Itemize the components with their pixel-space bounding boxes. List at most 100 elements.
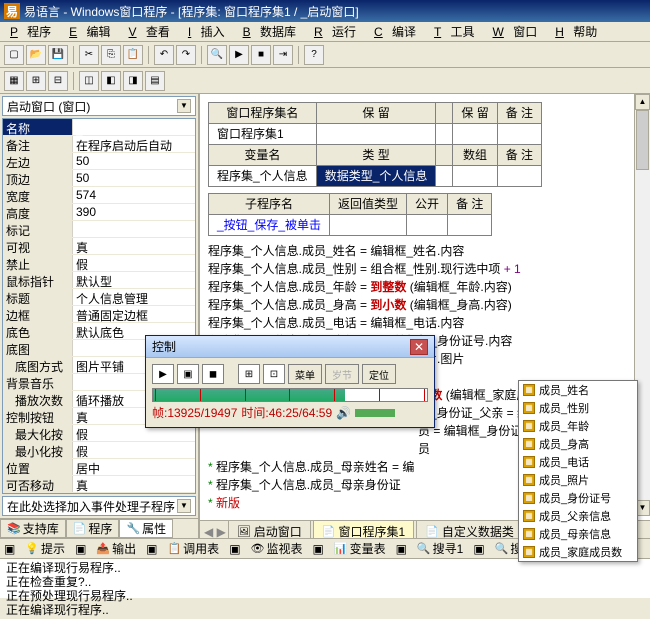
menu-insert[interactable]: I 插入 [182,21,237,42]
autocomplete-popup[interactable]: ▦成员_姓名▦成员_性别▦成员_年龄▦成员_身高▦成员_电话▦成员_照片▦成员_… [518,380,638,562]
bp-call[interactable]: 📋调用表 [161,539,225,558]
tb-open[interactable]: 📂 [26,45,46,65]
tb-copy[interactable]: ⎘ [101,45,121,65]
tb2-c[interactable]: ⊟ [48,71,68,91]
menu-run[interactable]: R 运行 [308,21,368,42]
locate-button[interactable]: 定位 [362,364,396,384]
ac-item[interactable]: ▦成员_家庭成员数 [519,543,637,561]
ac-item[interactable]: ▦成员_年龄 [519,417,637,435]
sub-table: 子程序名返回值类型公开备 注 _按钮_保存_被单击 [208,193,492,236]
menu-view[interactable]: V 查看 [123,21,182,42]
ac-item[interactable]: ▦成员_身份证号 [519,489,637,507]
player-dialog[interactable]: 控制 ✕ ▶ ▣ ◼ ⊞ ⊡ 菜单 岁节 定位 帧:13925/19497 时间… [145,335,435,428]
prop-row[interactable]: 图标 [3,493,195,494]
bp-var[interactable]: 📊变量表 [328,539,392,558]
tab-support[interactable]: 📚支持库 [0,519,66,538]
object-selector[interactable]: 启动窗口 (窗口)▼ [2,96,196,116]
toolbar-1: ▢ 📂 💾 ✂ ⎘ 📋 ↶ ↷ 🔍 ▶ ■ ⇥ ? [0,42,650,68]
stop-icon[interactable]: ◼ [202,364,224,384]
scroll-thumb[interactable] [636,110,649,170]
menu-tools[interactable]: T 工具 [428,21,486,42]
dialog-title: 控制 [152,338,176,355]
etab-window[interactable]: 🖼启动窗口 [228,520,311,538]
prop-row[interactable]: 左边50 [3,153,195,170]
prop-row[interactable]: 标题个人信息管理 [3,289,195,306]
tab-program[interactable]: 📄程序 [66,519,120,538]
menu-edit[interactable]: E 编辑 [63,21,122,42]
menu-database[interactable]: B 数据库 [237,21,308,42]
prop-row[interactable]: 标记 [3,221,195,238]
ac-item[interactable]: ▦成员_身高 [519,435,637,453]
module-table: 窗口程序集名保 留保 留备 注 窗口程序集1 变量名类 型数组备 注 程序集_个… [208,102,542,187]
tb-cut[interactable]: ✂ [79,45,99,65]
tb-redo[interactable]: ↷ [176,45,196,65]
tb-help[interactable]: ? [304,45,324,65]
menu-button[interactable]: 菜单 [288,364,322,384]
prop-row[interactable]: 可视真 [3,238,195,255]
prop-row[interactable]: 宽度574 [3,187,195,204]
event-selector[interactable]: 在此处选择加入事件处理子程序▼ [2,496,196,516]
left-tabs: 📚支持库 📄程序 🔧属性 [0,518,198,538]
prop-row[interactable]: 边框普通固定边框 [3,306,195,323]
prev-icon[interactable]: ⊞ [238,364,260,384]
volume-slider[interactable] [355,409,395,417]
play-icon[interactable]: ▶ [152,364,174,384]
tb-find[interactable]: 🔍 [207,45,227,65]
ac-item[interactable]: ▦成员_电话 [519,453,637,471]
prop-row[interactable]: 禁止假 [3,255,195,272]
ac-item[interactable]: ▦成员_姓名 [519,381,637,399]
next-icon[interactable]: ⊡ [263,364,285,384]
speaker-icon[interactable]: 🔊 [336,406,351,420]
app-icon: 易 [4,3,20,19]
progress-slider[interactable] [152,388,428,402]
tb-paste[interactable]: 📋 [123,45,143,65]
chevron-down-icon: ▼ [177,99,191,113]
bp-watch[interactable]: 👁监视表 [245,539,309,558]
ac-item[interactable]: ▦成员_父亲信息 [519,507,637,525]
tb2-b[interactable]: ⊞ [26,71,46,91]
tb2-d[interactable]: ◫ [79,71,99,91]
prop-row[interactable]: 位置居中 [3,459,195,476]
tb-stop[interactable]: ■ [251,45,271,65]
tb2-f[interactable]: ◨ [123,71,143,91]
window-title: 易语言 - Windows窗口程序 - [程序集: 窗口程序集1 / _启动窗口… [24,3,359,20]
tb-save[interactable]: 💾 [48,45,68,65]
close-icon[interactable]: ✕ [410,339,428,355]
dialog-titlebar[interactable]: 控制 ✕ [146,336,434,358]
tb2-e[interactable]: ◧ [101,71,121,91]
tb-step[interactable]: ⇥ [273,45,293,65]
prop-row[interactable]: 高度390 [3,204,195,221]
bp-s1[interactable]: 🔍搜寻1 [411,539,469,558]
bp-hint[interactable]: 💡提示 [19,539,71,558]
menu-window[interactable]: W 窗口 [487,21,550,42]
scroll-up-icon[interactable]: ▲ [635,94,650,110]
property-grid[interactable]: 名称_启动窗口备注在程序启动后自动左边50顶边50宽度574高度390标记可视真… [2,118,196,494]
frame-status: 帧:13925/19497 [152,404,237,421]
menu-help[interactable]: H 帮助 [549,21,609,42]
etab-module[interactable]: 📄窗口程序集1 [313,520,414,538]
ac-item[interactable]: ▦成员_照片 [519,471,637,489]
tb-undo[interactable]: ↶ [154,45,174,65]
prop-row[interactable]: 顶边50 [3,170,195,187]
pause-icon[interactable]: ▣ [177,364,199,384]
properties-panel: 启动窗口 (窗口)▼ 名称_启动窗口备注在程序启动后自动左边50顶边50宽度57… [0,94,200,538]
tb-new[interactable]: ▢ [4,45,24,65]
prop-row[interactable]: 名称_启动窗口 [3,119,195,136]
menu-bar: P 程序 E 编辑 V 查看 I 插入 B 数据库 R 运行 C 编译 T 工具… [0,22,650,42]
title-bar: 易 易语言 - Windows窗口程序 - [程序集: 窗口程序集1 / _启动… [0,0,650,22]
prop-row[interactable]: 最小化按钮假 [3,442,195,459]
prop-row[interactable]: 鼠标指针默认型 [3,272,195,289]
tb2-g[interactable]: ▤ [145,71,165,91]
prop-row[interactable]: 备注在程序启动后自动 [3,136,195,153]
tb2-a[interactable]: ▦ [4,71,24,91]
bp-output[interactable]: 📤输出 [90,539,142,558]
tb-run[interactable]: ▶ [229,45,249,65]
menu-compile[interactable]: C 编译 [368,21,428,42]
tab-properties[interactable]: 🔧属性 [119,519,173,538]
etab-custom[interactable]: 📄自定义数据类 [416,520,523,538]
menu-program[interactable]: P 程序 [4,21,63,42]
prop-row[interactable]: 可否移动真 [3,476,195,493]
chapter-button[interactable]: 岁节 [325,364,359,384]
ac-item[interactable]: ▦成员_性别 [519,399,637,417]
ac-item[interactable]: ▦成员_母亲信息 [519,525,637,543]
